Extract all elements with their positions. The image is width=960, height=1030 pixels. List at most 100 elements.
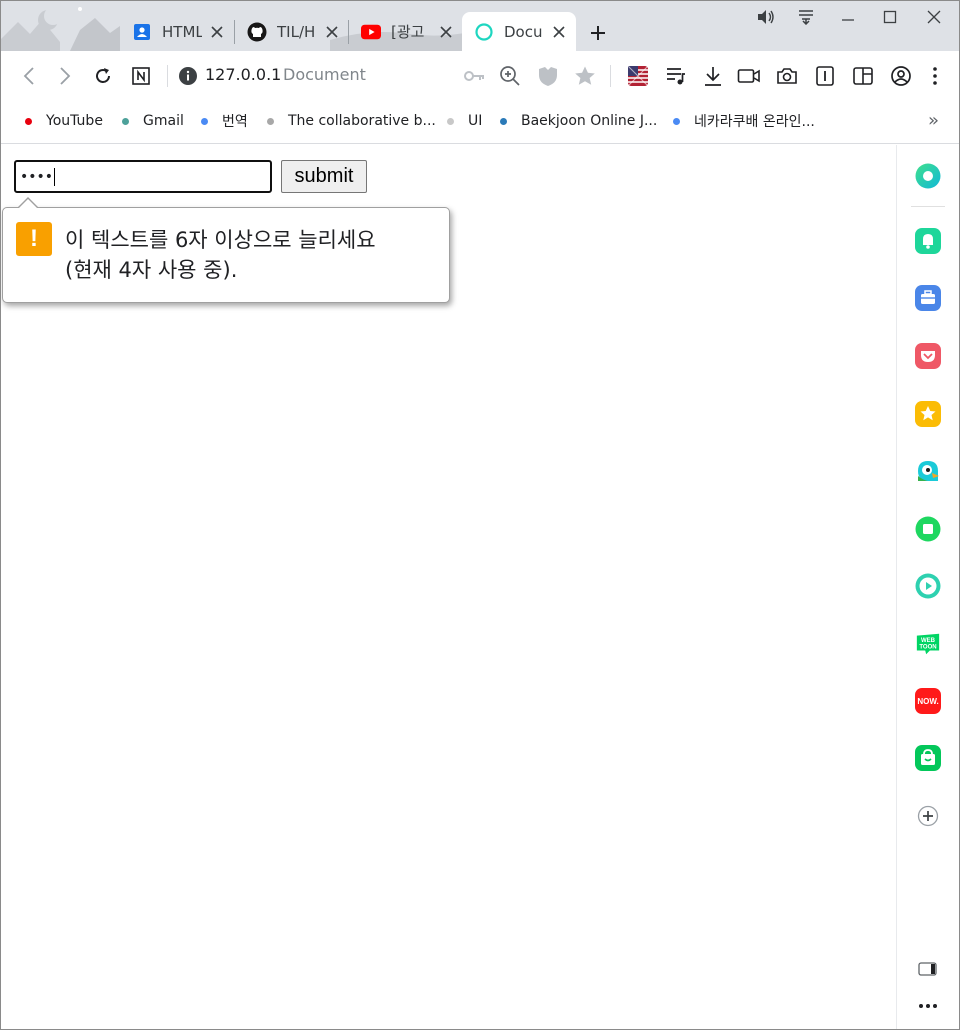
- bookmark-dot-icon: [201, 117, 208, 125]
- svg-text:TOON: TOON: [919, 645, 936, 651]
- square-app-icon[interactable]: [915, 516, 941, 542]
- download-icon[interactable]: [700, 63, 726, 89]
- bookmark-ui[interactable]: UI: [447, 111, 482, 131]
- tab-strip: HTML TIL/H [광고 Docu: [0, 0, 960, 51]
- bookmark-label: Gmail: [143, 113, 184, 129]
- close-tab-icon[interactable]: [323, 23, 341, 41]
- shopping-bag-icon[interactable]: [915, 745, 941, 771]
- bookmark-collaborative[interactable]: The collaborative b...: [267, 111, 436, 131]
- forward-icon[interactable]: [52, 63, 78, 89]
- page-content: •••• submit ! 이 텍스트를 6자 이상으로 늘리세요 (현재 4자…: [0, 145, 896, 1030]
- site-info-icon[interactable]: [175, 63, 201, 89]
- bookmarks-overflow-icon[interactable]: »: [928, 110, 939, 131]
- github-icon: [247, 22, 267, 42]
- alarm-bell-icon[interactable]: [915, 228, 941, 254]
- playlist-icon[interactable]: [663, 63, 689, 89]
- text-caret: [54, 167, 56, 186]
- bookmark-label: YouTube: [46, 113, 103, 129]
- separator: [167, 65, 168, 87]
- papago-icon[interactable]: [915, 458, 941, 484]
- url-page-title[interactable]: Document: [283, 65, 366, 84]
- menu-kebab-icon[interactable]: [922, 63, 948, 89]
- whale-theme-decoration: [0, 7, 120, 51]
- loading-ring-icon: [474, 22, 494, 42]
- bookmark-youtube[interactable]: YouTube: [25, 111, 103, 131]
- bookmark-dot-icon: [122, 117, 129, 125]
- tooltip-arrow-inner: [18, 199, 38, 209]
- whale-icon[interactable]: [915, 163, 941, 189]
- validation-line-1: 이 텍스트를 6자 이상으로 늘리세요: [65, 228, 376, 252]
- password-mask: ••••: [20, 168, 54, 185]
- close-tab-icon[interactable]: [550, 23, 568, 41]
- password-key-icon[interactable]: [462, 63, 488, 89]
- contacts-icon: [132, 22, 152, 42]
- bookmark-dot-icon: [500, 117, 507, 125]
- more-icon[interactable]: [915, 993, 941, 1019]
- bookmark-label: 번역: [222, 114, 248, 130]
- toggle-panel-icon[interactable]: [915, 956, 941, 982]
- star-badge-icon[interactable]: [915, 401, 941, 427]
- validation-message: 이 텍스트를 6자 이상으로 늘리세요 (현재 4자 사용 중).: [65, 225, 435, 285]
- tab-title: HTML: [162, 22, 202, 41]
- bookmark-nekarakubae[interactable]: 네카라쿠배 온라인...: [673, 111, 815, 131]
- new-tab-button[interactable]: [586, 21, 610, 45]
- split-view-icon[interactable]: [850, 63, 876, 89]
- tab-youtube[interactable]: [광고: [349, 12, 455, 51]
- bookmark-baekjoon[interactable]: Baekjoon Online J...: [500, 111, 657, 131]
- now-icon[interactable]: NOW.: [915, 688, 941, 714]
- tab-title: [광고: [391, 23, 425, 41]
- close-tab-icon[interactable]: [437, 23, 455, 41]
- tab-title: Docu: [504, 22, 543, 41]
- back-icon[interactable]: [16, 63, 42, 89]
- minimize-icon[interactable]: [836, 5, 860, 29]
- close-window-icon[interactable]: [922, 5, 946, 29]
- bookmarks-bar: YouTube Gmail 번역 The collaborative b... …: [0, 100, 960, 144]
- bookmark-dot-icon: [267, 117, 274, 125]
- svg-text:NOW.: NOW.: [917, 697, 938, 706]
- password-input[interactable]: ••••: [14, 160, 272, 193]
- briefcase-icon[interactable]: [915, 285, 941, 311]
- shield-icon[interactable]: [535, 63, 561, 89]
- warning-icon: !: [16, 222, 52, 256]
- tab-search-icon[interactable]: [794, 5, 818, 29]
- naver-n-icon[interactable]: [128, 63, 154, 89]
- tab-html[interactable]: HTML: [120, 12, 226, 51]
- bookmark-dot-icon: [25, 117, 32, 125]
- play-circle-icon[interactable]: [915, 573, 941, 599]
- bookmark-dot-icon: [673, 117, 680, 125]
- bookmark-label: UI: [468, 113, 483, 129]
- video-record-icon[interactable]: [736, 63, 762, 89]
- bookmark-label: Baekjoon Online J...: [521, 113, 658, 129]
- submit-button[interactable]: submit: [281, 160, 367, 193]
- webtoon-icon[interactable]: WEB TOON: [915, 631, 941, 657]
- add-icon[interactable]: [915, 803, 941, 829]
- bookmark-star-icon[interactable]: [572, 63, 598, 89]
- zoom-icon[interactable]: [497, 63, 523, 89]
- reader-mode-icon[interactable]: [812, 63, 838, 89]
- tab-github[interactable]: TIL/H: [235, 12, 341, 51]
- whale-sidebar: WEB TOON NOW.: [896, 145, 960, 1030]
- tab-document[interactable]: Docu: [462, 12, 576, 51]
- translate-flag-icon[interactable]: [625, 63, 651, 89]
- url-host[interactable]: 127.0.0.1: [205, 65, 281, 84]
- volume-icon[interactable]: [754, 5, 778, 29]
- validation-tooltip: ! 이 텍스트를 6자 이상으로 늘리세요 (현재 4자 사용 중).: [2, 197, 450, 303]
- profile-icon[interactable]: [888, 63, 914, 89]
- close-tab-icon[interactable]: [208, 23, 226, 41]
- separator: [610, 65, 611, 87]
- maximize-icon[interactable]: [878, 5, 902, 29]
- validation-line-2: (현재 4자 사용 중).: [65, 258, 238, 282]
- bookmark-translate[interactable]: 번역: [201, 111, 248, 131]
- reload-icon[interactable]: [90, 63, 116, 89]
- toolbar: 127.0.0.1 Document: [0, 51, 960, 100]
- bookmark-label: 네카라쿠배 온라인...: [694, 114, 815, 130]
- pocket-icon[interactable]: [915, 343, 941, 369]
- youtube-icon: [361, 22, 381, 42]
- svg-text:WEB: WEB: [921, 638, 936, 644]
- tab-title: TIL/H: [277, 22, 316, 41]
- plus-icon: [591, 26, 605, 40]
- camera-icon[interactable]: [774, 63, 800, 89]
- sidebar-divider: [911, 206, 945, 207]
- bookmark-gmail[interactable]: Gmail: [122, 111, 184, 131]
- bookmark-label: The collaborative b...: [288, 113, 436, 129]
